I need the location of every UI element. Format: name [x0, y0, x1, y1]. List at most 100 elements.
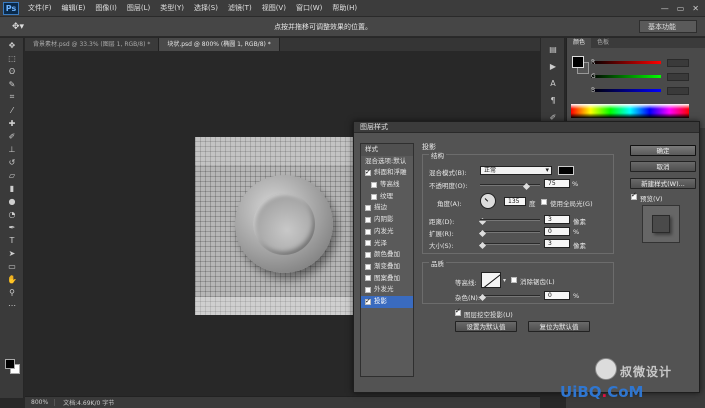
g-value-input[interactable]	[667, 72, 689, 81]
slider-g[interactable]: G	[591, 72, 701, 81]
move-icon[interactable]: ✥	[5, 39, 19, 51]
tab-color[interactable]: 颜色	[567, 38, 592, 48]
menu-image[interactable]: 图像(I)	[90, 3, 122, 13]
menu-type[interactable]: 类型(Y)	[155, 3, 189, 13]
antialias-checkbox[interactable]	[511, 277, 517, 283]
style-inner-glow[interactable]: 内发光	[361, 226, 413, 238]
menu-layer[interactable]: 图层(L)	[122, 3, 155, 13]
history-brush-icon[interactable]: ↺	[5, 156, 19, 168]
b-gradient[interactable]	[591, 89, 661, 92]
ok-button[interactable]: 确定	[630, 145, 696, 156]
stamp-icon[interactable]: ⊥	[5, 143, 19, 155]
blur-icon[interactable]: ●	[5, 195, 19, 207]
healing-icon[interactable]: ✚	[5, 117, 19, 129]
foreground-color-swatch[interactable]	[5, 359, 15, 369]
hand-icon[interactable]: ✋	[5, 273, 19, 285]
style-drop-shadow[interactable]: 投影	[361, 295, 413, 308]
new-style-button[interactable]: 新建样式(W)...	[630, 178, 696, 189]
paragraph-panel-icon[interactable]: ¶	[546, 94, 560, 106]
global-light-checkbox[interactable]	[541, 199, 547, 205]
zoom-icon[interactable]: ⚲	[5, 286, 19, 298]
opacity-slider-track[interactable]	[480, 184, 540, 186]
menu-filter[interactable]: 滤镜(T)	[223, 3, 257, 13]
opacity-input[interactable]: 75	[544, 179, 570, 188]
lasso-icon[interactable]: ʘ	[5, 65, 19, 77]
stroke-checkbox[interactable]	[365, 205, 371, 212]
style-pattern-overlay[interactable]: 图案叠加	[361, 273, 413, 285]
color-overlay-checkbox[interactable]	[365, 252, 371, 259]
angle-dial[interactable]	[480, 193, 496, 209]
style-gradient-overlay[interactable]: 渐变叠加	[361, 261, 413, 273]
r-value-input[interactable]	[667, 58, 689, 67]
tab-block-doc[interactable]: 块状.psd @ 800% (椭圆 1, RGB/8) *	[159, 38, 280, 51]
spread-input[interactable]: 0	[544, 227, 570, 236]
contour-picker[interactable]	[481, 272, 501, 288]
workspace-select[interactable]: 基本功能	[639, 20, 697, 33]
history-panel-icon[interactable]: ▤	[546, 43, 560, 55]
contour-checkbox[interactable]	[371, 181, 377, 188]
distance-input[interactable]: 3	[544, 215, 570, 224]
noise-slider-track[interactable]	[480, 295, 540, 297]
g-gradient[interactable]	[591, 75, 661, 78]
menu-window[interactable]: 窗口(W)	[291, 3, 327, 13]
style-inner-shadow[interactable]: 内阴影	[361, 214, 413, 226]
tab-swatches[interactable]: 色板	[591, 38, 615, 48]
style-satin[interactable]: 光泽	[361, 238, 413, 250]
blend-mode-select[interactable]: 正常	[480, 166, 552, 175]
bevel-checkbox[interactable]	[365, 167, 371, 179]
contour-dropdown-icon[interactable]: ▾	[503, 277, 506, 284]
maximize-icon[interactable]: ▭	[677, 4, 685, 13]
panel-foreground-swatch[interactable]	[572, 56, 584, 68]
inner-shadow-checkbox[interactable]	[365, 216, 371, 223]
shadow-color-swatch[interactable]	[558, 166, 574, 175]
style-color-overlay[interactable]: 颜色叠加	[361, 249, 413, 261]
crop-icon[interactable]: ⌗	[5, 91, 19, 103]
dialog-title[interactable]: 图层样式	[354, 122, 699, 133]
inner-glow-checkbox[interactable]	[365, 228, 371, 235]
knockout-checkbox[interactable]	[455, 307, 461, 316]
menu-view[interactable]: 视图(V)	[257, 3, 291, 13]
zoom-level[interactable]: 800%	[25, 399, 56, 406]
move-tool-icon[interactable]: ✥▾	[12, 22, 24, 32]
set-default-button[interactable]: 设置为默认值	[455, 321, 517, 332]
type-icon[interactable]: T	[5, 234, 19, 246]
reset-default-button[interactable]: 复位为默认值	[528, 321, 590, 332]
close-icon[interactable]: ✕	[692, 4, 699, 13]
satin-checkbox[interactable]	[365, 240, 371, 247]
preview-checkbox[interactable]	[631, 191, 637, 200]
tab-background-doc[interactable]: 背景素材.psd @ 33.3% (图层 1, RGB/8) *	[25, 38, 160, 51]
shape-icon[interactable]: ▭	[5, 260, 19, 272]
style-texture[interactable]: 纹理	[361, 191, 413, 203]
size-input[interactable]: 3	[544, 239, 570, 248]
drop-shadow-checkbox[interactable]	[365, 296, 371, 307]
menu-help[interactable]: 帮助(H)	[327, 3, 362, 13]
style-stroke[interactable]: 描边	[361, 202, 413, 214]
distance-slider-track[interactable]	[480, 219, 540, 221]
quick-select-icon[interactable]: ✎	[5, 78, 19, 90]
cancel-button[interactable]: 取消	[630, 161, 696, 172]
menu-file[interactable]: 文件(F)	[23, 3, 57, 13]
texture-checkbox[interactable]	[371, 193, 377, 200]
menu-edit[interactable]: 编辑(E)	[57, 3, 91, 13]
gradient-overlay-checkbox[interactable]	[365, 263, 371, 270]
character-panel-icon[interactable]: A	[546, 77, 560, 89]
slider-b[interactable]: B	[591, 86, 701, 95]
gradient-icon[interactable]: ▮	[5, 182, 19, 194]
outer-glow-checkbox[interactable]	[365, 287, 371, 294]
path-select-icon[interactable]: ➤	[5, 247, 19, 259]
style-outer-glow[interactable]: 外发光	[361, 284, 413, 296]
spread-slider-track[interactable]	[480, 231, 540, 233]
size-slider-track[interactable]	[480, 243, 540, 245]
minimize-icon[interactable]: —	[661, 4, 669, 13]
color-spectrum[interactable]	[571, 104, 689, 118]
noise-input[interactable]: 0	[544, 291, 570, 300]
eraser-icon[interactable]: ▱	[5, 169, 19, 181]
style-bevel-emboss[interactable]: 斜面和浮雕	[361, 167, 413, 179]
dodge-icon[interactable]: ◔	[5, 208, 19, 220]
r-gradient[interactable]	[591, 61, 661, 64]
style-contour[interactable]: 等高线	[361, 179, 413, 191]
eyedropper-icon[interactable]: ⁄	[5, 104, 19, 116]
angle-input[interactable]: 135	[504, 197, 526, 206]
styles-header[interactable]: 样式	[361, 144, 413, 156]
edit-toolbar-icon[interactable]: ⋯	[5, 299, 19, 311]
